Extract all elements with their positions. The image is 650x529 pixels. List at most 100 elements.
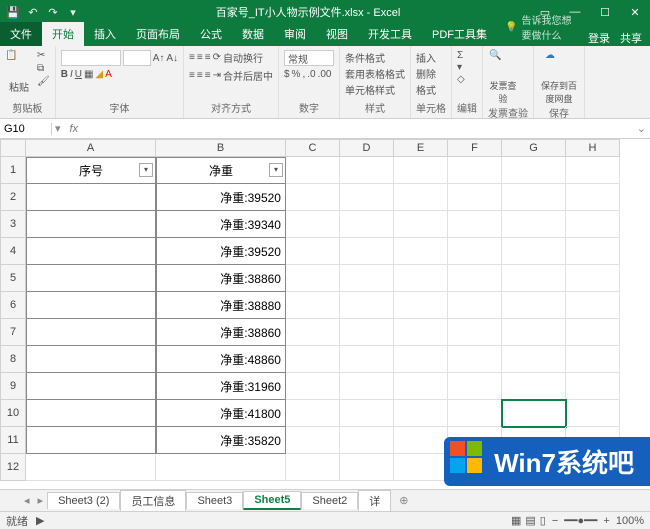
- paste-button[interactable]: 📋粘贴: [5, 50, 33, 94]
- row-header-6[interactable]: 6: [0, 292, 26, 319]
- cell-B10[interactable]: 净重:41800: [156, 400, 286, 427]
- cell-C4[interactable]: [286, 238, 340, 265]
- cell-D7[interactable]: [340, 319, 394, 346]
- cell-A3[interactable]: [26, 211, 156, 238]
- cell-F1[interactable]: [448, 157, 502, 184]
- cell-H5[interactable]: [566, 265, 620, 292]
- sheet-tab-6[interactable]: 详: [358, 490, 391, 511]
- percent-icon[interactable]: %: [292, 69, 301, 80]
- cell-A8[interactable]: [26, 346, 156, 373]
- zoom-level[interactable]: 100%: [616, 515, 644, 527]
- cell-G4[interactable]: [502, 238, 566, 265]
- row-header-4[interactable]: 4: [0, 238, 26, 265]
- login-link[interactable]: 登录: [588, 30, 610, 46]
- view-layout-icon[interactable]: ▤: [525, 514, 535, 527]
- cell-style-button[interactable]: 单元格样式: [345, 82, 395, 97]
- qat-more-icon[interactable]: ▾: [66, 5, 80, 19]
- tab-view[interactable]: 视图: [316, 22, 358, 46]
- cond-format-button[interactable]: 条件格式: [345, 50, 385, 65]
- cell-H6[interactable]: [566, 292, 620, 319]
- cell-B4[interactable]: 净重:39520: [156, 238, 286, 265]
- tab-file[interactable]: 文件: [0, 22, 42, 46]
- fill-icon[interactable]: ▾: [457, 62, 462, 73]
- row-header-9[interactable]: 9: [0, 373, 26, 400]
- cell-E12[interactable]: [394, 454, 448, 481]
- col-header-B[interactable]: B: [156, 139, 286, 157]
- align-center-icon[interactable]: ≡: [197, 70, 203, 81]
- fill-color-icon[interactable]: ◢: [95, 69, 103, 80]
- autosum-icon[interactable]: Σ: [457, 50, 463, 61]
- cell-H7[interactable]: [566, 319, 620, 346]
- save-icon[interactable]: 💾: [6, 5, 20, 19]
- cell-G2[interactable]: [502, 184, 566, 211]
- macro-icon[interactable]: ▶: [36, 514, 44, 527]
- sheet-nav-next-icon[interactable]: ▸: [34, 494, 48, 507]
- tab-review[interactable]: 审阅: [274, 22, 316, 46]
- cell-B1[interactable]: 净重▾: [156, 157, 286, 184]
- comma-icon[interactable]: ,: [302, 69, 305, 80]
- col-header-H[interactable]: H: [566, 139, 620, 157]
- cell-C1[interactable]: [286, 157, 340, 184]
- col-header-F[interactable]: F: [448, 139, 502, 157]
- name-box[interactable]: G10: [0, 123, 52, 135]
- format-painter-icon[interactable]: 🖌: [37, 76, 50, 87]
- cell-E6[interactable]: [394, 292, 448, 319]
- col-header-D[interactable]: D: [340, 139, 394, 157]
- zoom-in-icon[interactable]: +: [603, 515, 609, 527]
- cell-D9[interactable]: [340, 373, 394, 400]
- row-header-7[interactable]: 7: [0, 319, 26, 346]
- cell-D10[interactable]: [340, 400, 394, 427]
- cell-F3[interactable]: [448, 211, 502, 238]
- cell-A11[interactable]: [26, 427, 156, 454]
- cell-E11[interactable]: [394, 427, 448, 454]
- cell-A6[interactable]: [26, 292, 156, 319]
- row-header-10[interactable]: 10: [0, 400, 26, 427]
- cell-G7[interactable]: [502, 319, 566, 346]
- redo-icon[interactable]: ↷: [46, 5, 60, 19]
- delete-cells-button[interactable]: 删除: [416, 66, 436, 81]
- cell-F10[interactable]: [448, 400, 502, 427]
- cell-H10[interactable]: [566, 400, 620, 427]
- col-header-C[interactable]: C: [286, 139, 340, 157]
- bold-button[interactable]: B: [61, 69, 68, 80]
- cell-D4[interactable]: [340, 238, 394, 265]
- number-format[interactable]: 常规: [284, 50, 334, 66]
- row-header-5[interactable]: 5: [0, 265, 26, 292]
- cell-E2[interactable]: [394, 184, 448, 211]
- zoom-slider[interactable]: ━━●━━: [564, 514, 597, 527]
- cell-E1[interactable]: [394, 157, 448, 184]
- cell-C7[interactable]: [286, 319, 340, 346]
- align-bot-icon[interactable]: ≡: [205, 52, 211, 63]
- view-normal-icon[interactable]: ▦: [511, 514, 521, 527]
- cell-G3[interactable]: [502, 211, 566, 238]
- cell-A12[interactable]: [26, 454, 156, 481]
- cell-F2[interactable]: [448, 184, 502, 211]
- cell-B6[interactable]: 净重:38880: [156, 292, 286, 319]
- decrease-font-icon[interactable]: A↓: [166, 53, 178, 64]
- cell-B7[interactable]: 净重:38860: [156, 319, 286, 346]
- new-sheet-icon[interactable]: ⊕: [391, 494, 416, 507]
- align-right-icon[interactable]: ≡: [205, 70, 211, 81]
- underline-button[interactable]: U: [75, 69, 82, 80]
- row-header-8[interactable]: 8: [0, 346, 26, 373]
- row-header-2[interactable]: 2: [0, 184, 26, 211]
- zoom-out-icon[interactable]: −: [552, 515, 558, 527]
- cell-B8[interactable]: 净重:48860: [156, 346, 286, 373]
- cell-G6[interactable]: [502, 292, 566, 319]
- sheet-tab-5[interactable]: Sheet2: [301, 492, 358, 509]
- merge-button[interactable]: 合并后居中: [223, 68, 273, 83]
- sheet-tab-2[interactable]: 员工信息: [120, 490, 186, 511]
- cell-C9[interactable]: [286, 373, 340, 400]
- align-top-icon[interactable]: ≡: [189, 52, 195, 63]
- cell-F7[interactable]: [448, 319, 502, 346]
- sheet-tab-1[interactable]: Sheet3 (2): [47, 492, 120, 509]
- cell-C2[interactable]: [286, 184, 340, 211]
- cell-A7[interactable]: [26, 319, 156, 346]
- cell-A10[interactable]: [26, 400, 156, 427]
- align-mid-icon[interactable]: ≡: [197, 52, 203, 63]
- cell-G10[interactable]: [502, 400, 566, 427]
- filter-icon[interactable]: ▾: [269, 163, 283, 177]
- cell-G5[interactable]: [502, 265, 566, 292]
- cell-F5[interactable]: [448, 265, 502, 292]
- filter-icon[interactable]: ▾: [139, 163, 153, 177]
